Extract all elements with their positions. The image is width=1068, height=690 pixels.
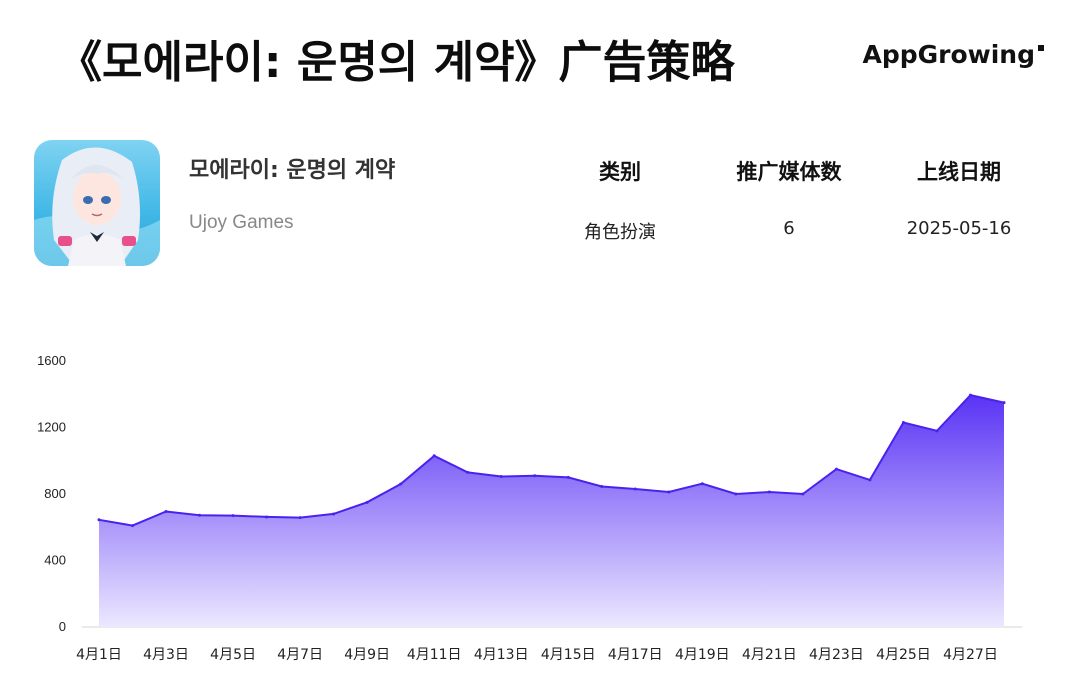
data-point (97, 518, 101, 522)
data-point (533, 474, 537, 478)
category-label: 类别 (599, 160, 641, 184)
y-tick-label: 1200 (37, 420, 66, 435)
data-point (600, 485, 604, 489)
x-tick-label: 4月27日 (943, 647, 998, 663)
x-tick-label: 4月1日 (76, 647, 122, 663)
data-point (734, 492, 738, 496)
data-point (901, 421, 905, 425)
data-point (566, 475, 570, 479)
brand-logo: AppGrowing (862, 40, 1044, 69)
y-tick-label: 400 (44, 553, 66, 568)
x-tick-label: 4月25日 (876, 647, 931, 663)
area-chart: 0 400 800 1200 1600 4月1日 4月3日 4月5日 4月7日 4月9日 4月11… (37, 353, 1022, 663)
category-column: 类别 角色扮演 (540, 156, 700, 244)
launch-date-label: 上线日期 (917, 160, 1001, 184)
y-tick-label: 800 (44, 486, 66, 501)
y-tick-label: 1600 (37, 353, 66, 368)
app-name: 모에라이: 운명의 계약 (189, 158, 396, 183)
data-point (198, 513, 202, 517)
x-tick-label: 4月23日 (809, 647, 864, 663)
launch-date-column: 上线日期 2025-05-16 (879, 156, 1039, 239)
x-tick-label: 4月11日 (407, 647, 462, 663)
launch-date-value: 2025-05-16 (906, 218, 1012, 239)
data-point (265, 515, 269, 519)
x-tick-label: 4月21日 (742, 647, 797, 663)
data-point (332, 512, 336, 516)
x-tick-label: 4月5日 (210, 647, 256, 663)
publisher-name: Ujoy Games (189, 212, 294, 233)
data-point (365, 500, 369, 504)
x-tick-label: 4月19日 (675, 647, 730, 663)
page-title: 《모에라이: 운명의 계약》广告策略 (58, 37, 735, 88)
data-point (700, 482, 704, 486)
x-tick-label: 4月9日 (344, 647, 390, 663)
data-point (868, 478, 872, 482)
media-count-column: 推广媒体数 6 (709, 156, 869, 239)
data-point (432, 454, 436, 458)
data-point (633, 487, 637, 491)
brand-dot-icon (1038, 44, 1044, 51)
category-value: 角色扮演 (584, 222, 656, 243)
app-icon (34, 140, 160, 266)
media-count-label: 推广媒体数 (736, 160, 842, 184)
x-tick-label: 4月3日 (143, 647, 189, 663)
data-point (164, 509, 168, 513)
media-count-value: 6 (783, 218, 795, 239)
data-point (834, 467, 838, 471)
data-point (767, 490, 771, 494)
data-point (801, 492, 805, 496)
data-point (131, 524, 135, 528)
y-tick-label: 0 (59, 619, 66, 634)
x-tick-label: 4月13日 (474, 647, 529, 663)
data-point (298, 516, 302, 520)
data-point (935, 429, 939, 433)
data-point (1002, 401, 1006, 405)
data-point (231, 514, 235, 518)
brand-name: AppGrowing (862, 40, 1035, 69)
data-point (499, 475, 503, 479)
data-point (466, 470, 470, 474)
x-tick-label: 4月15日 (541, 647, 596, 663)
data-point (399, 482, 403, 486)
x-tick-label: 4月17日 (608, 647, 663, 663)
x-tick-label: 4月7日 (277, 647, 323, 663)
data-point (667, 490, 671, 494)
data-point (968, 393, 972, 397)
area-fill (99, 395, 1004, 627)
